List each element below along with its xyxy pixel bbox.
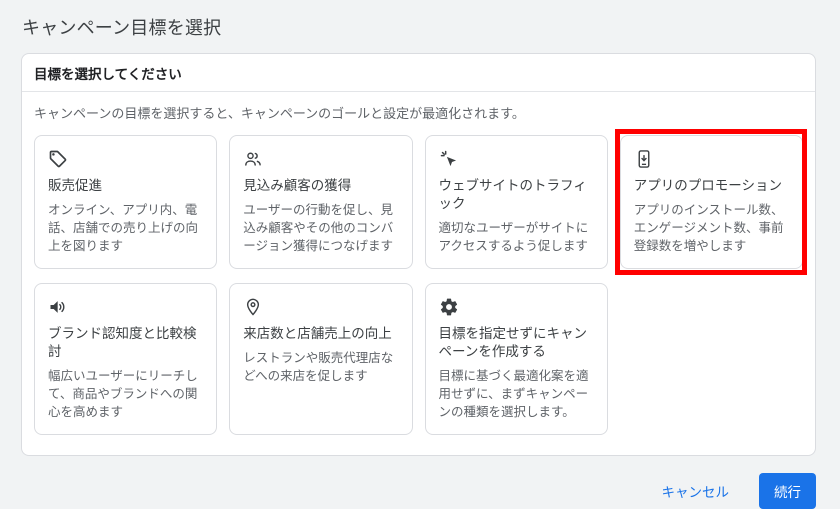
goal-title: 目標を指定せずにキャンペーンを作成する bbox=[439, 325, 594, 361]
cursor-traffic-icon bbox=[439, 149, 459, 169]
continue-button[interactable]: 続行 bbox=[759, 473, 816, 509]
footer-actions: キャンセル 続行 bbox=[21, 473, 816, 509]
speaker-icon bbox=[48, 297, 68, 317]
goal-title: 来店数と店舗売上の向上 bbox=[243, 325, 398, 343]
panel-description: キャンペーンの目標を選択すると、キャンペーンのゴールと設定が最適化されます。 bbox=[34, 103, 803, 122]
goal-description: アプリのインストール数、エンゲージメント数、事前登録数を増やします bbox=[634, 202, 789, 255]
goal-card-leads[interactable]: 見込み顧客の獲得 ユーザーの行動を促し、見込み顧客やその他のコンバージョン獲得に… bbox=[229, 135, 412, 269]
goal-description: ユーザーの行動を促し、見込み顧客やその他のコンバージョン獲得につなげます bbox=[243, 202, 398, 255]
goal-title: アプリのプロモーション bbox=[634, 177, 789, 195]
goal-description: 幅広いユーザーにリーチして、商品やブランドへの関心を高めます bbox=[48, 368, 203, 421]
sell-tag-icon bbox=[48, 149, 68, 169]
goal-description: オンライン、アプリ内、電話、店舗での売り上げの向上を図ります bbox=[48, 202, 203, 255]
goal-card-brand-awareness[interactable]: ブランド認知度と比較検討 幅広いユーザーにリーチして、商品やブランドへの関心を高… bbox=[34, 283, 217, 435]
goal-card-sales[interactable]: 販売促進 オンライン、アプリ内、電話、店舗での売り上げの向上を図ります bbox=[34, 135, 217, 269]
goal-title: 見込み顧客の獲得 bbox=[243, 177, 398, 195]
goal-card-website-traffic[interactable]: ウェブサイトのトラフィック 適切なユーザーがサイトにアクセスするよう促します bbox=[425, 135, 608, 269]
page-title: キャンペーン目標を選択 bbox=[0, 0, 840, 40]
location-pin-icon bbox=[243, 297, 263, 317]
goal-card-no-goal[interactable]: 目標を指定せずにキャンペーンを作成する 目標に基づく最適化案を適用せずに、まずキ… bbox=[425, 283, 608, 435]
goal-description: 適切なユーザーがサイトにアクセスするよう促します bbox=[439, 220, 594, 256]
goals-grid: 販売促進 オンライン、アプリ内、電話、店舗での売り上げの向上を図ります 見込み顧… bbox=[34, 135, 803, 435]
app-install-icon bbox=[634, 149, 654, 169]
goal-title: ウェブサイトのトラフィック bbox=[439, 177, 594, 213]
goal-description: 目標に基づく最適化案を適用せずに、まずキャンペーンの種類を選択します。 bbox=[439, 368, 594, 421]
cancel-button[interactable]: キャンセル bbox=[662, 481, 730, 501]
leads-people-icon bbox=[243, 149, 263, 169]
panel-body: キャンペーンの目標を選択すると、キャンペーンのゴールと設定が最適化されます。 販… bbox=[22, 92, 815, 455]
goal-description: レストランや販売代理店などへの来店を促します bbox=[243, 350, 398, 386]
goal-card-app-promotion[interactable]: アプリのプロモーション アプリのインストール数、エンゲージメント数、事前登録数を… bbox=[620, 135, 803, 269]
panel-header: 目標を選択してください bbox=[22, 54, 815, 92]
gear-icon bbox=[439, 297, 459, 317]
goal-selection-panel: 目標を選択してください キャンペーンの目標を選択すると、キャンペーンのゴールと設… bbox=[21, 53, 816, 456]
goal-title: 販売促進 bbox=[48, 177, 203, 195]
goal-card-store-visits[interactable]: 来店数と店舗売上の向上 レストランや販売代理店などへの来店を促します bbox=[229, 283, 412, 435]
goal-title: ブランド認知度と比較検討 bbox=[48, 325, 203, 361]
